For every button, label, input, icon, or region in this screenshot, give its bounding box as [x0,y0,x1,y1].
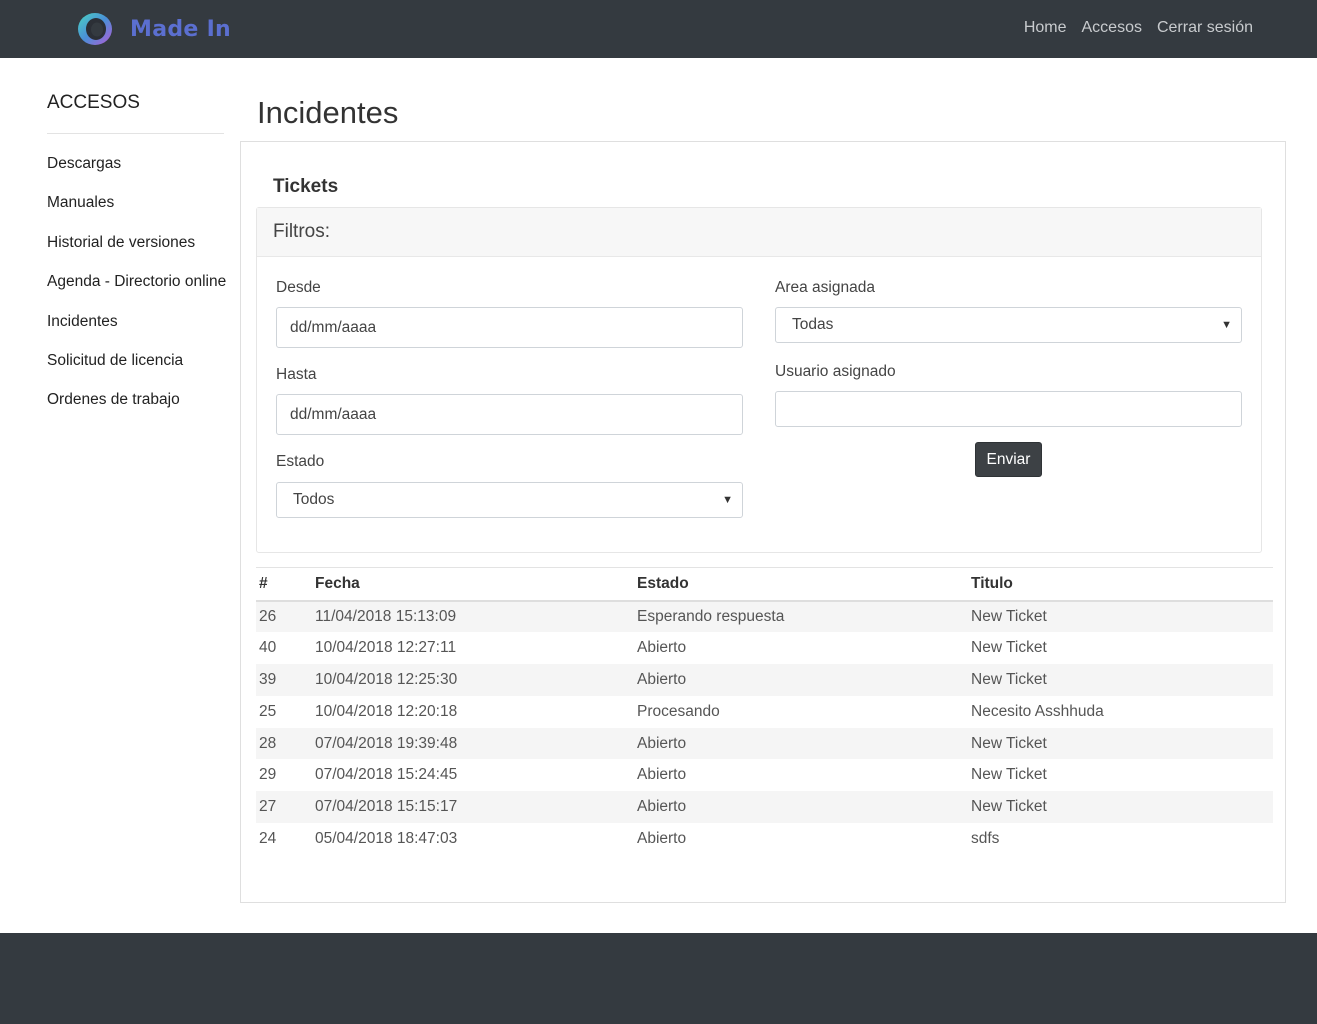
cell-fecha: 07/04/2018 15:15:17 [315,798,458,816]
usuario-asignado-input[interactable] [775,391,1242,427]
sidebar-item-historial-de-versiones[interactable]: Historial de versiones [47,224,224,263]
desde-label: Desde [276,279,321,296]
cell-fecha: 10/04/2018 12:27:11 [315,639,457,657]
filters-panel: Filtros: Desde dd/mm/aaaa Hasta dd/mm/aa… [256,207,1262,553]
cell-number: 26 [259,607,277,625]
table-row[interactable]: 28 07/04/2018 19:39:48 Abierto New Ticke… [256,727,1273,760]
table-row[interactable]: 27 07/04/2018 15:15:17 Abierto New Ticke… [256,791,1273,824]
cell-fecha: 05/04/2018 18:47:03 [315,829,458,847]
cell-estado: Abierto [637,766,687,784]
nav-link-home[interactable]: Home [1024,19,1067,37]
cell-titulo: New Ticket [971,639,1047,657]
cell-number: 24 [259,829,277,847]
caret-down-icon: ▼ [722,494,733,506]
table-row[interactable]: 25 10/04/2018 12:20:18 Procesando Necesi… [256,696,1273,728]
table-row[interactable]: 26 11/04/2018 15:13:09 Esperando respues… [256,600,1273,633]
sidebar-item-incidentes[interactable]: Incidentes [47,303,224,342]
brand-logo-icon [78,13,112,45]
tickets-card: Tickets Filtros: Desde dd/mm/aaaa Hasta … [240,141,1286,903]
sidebar: ACCESOS Descargas Manuales Historial de … [47,92,226,421]
usuario-asignado-label: Usuario asignado [775,363,896,380]
estado-label: Estado [276,453,325,470]
desde-date-input[interactable]: dd/mm/aaaa [276,307,743,348]
nav-link-cerrar-sesion[interactable]: Cerrar sesión [1157,19,1253,37]
estado-selected-value: Todos [293,491,335,508]
estado-select[interactable]: Todos ▼ [276,482,743,518]
cell-fecha: 11/04/2018 15:13:09 [315,607,457,625]
hasta-date-input[interactable]: dd/mm/aaaa [276,394,743,435]
tickets-table: # Fecha Estado Titulo 26 11/04/2018 15:1… [256,567,1273,855]
hasta-label: Hasta [276,366,317,383]
top-navbar: Made In Home Accesos Cerrar sesión [0,0,1317,58]
cell-titulo: New Ticket [971,798,1047,816]
sidebar-item-solicitud-de-licencia[interactable]: Solicitud de licencia [47,342,224,381]
column-header-estado[interactable]: Estado [634,568,968,601]
cell-fecha: 10/04/2018 12:25:30 [315,670,458,688]
area-selected-value: Todas [792,316,834,333]
table-row[interactable]: 40 10/04/2018 12:27:11 Abierto New Ticke… [256,632,1273,664]
table-row[interactable]: 24 05/04/2018 18:47:03 Abierto sdfs [256,823,1273,855]
brand[interactable]: Made In [75,11,231,47]
area-asignada-select[interactable]: Todas ▼ [775,307,1242,343]
cell-estado: Abierto [637,829,687,847]
area-asignada-label: Area asignada [775,279,875,296]
cell-number: 39 [259,670,277,688]
sidebar-item-descargas[interactable]: Descargas [47,145,224,184]
column-header-titulo[interactable]: Titulo [968,568,1273,601]
table-row[interactable]: 29 07/04/2018 15:24:45 Abierto New Ticke… [256,759,1273,791]
cell-titulo: New Ticket [971,607,1047,625]
cell-titulo: sdfs [971,829,1000,847]
cell-number: 25 [259,702,277,720]
cell-number: 29 [259,766,277,784]
tickets-title: Tickets [273,176,339,197]
sidebar-item-manuales[interactable]: Manuales [47,184,224,223]
cell-number: 27 [259,798,277,816]
cell-estado: Abierto [637,639,687,657]
sidebar-title: ACCESOS [47,92,224,134]
brand-name: Made In [130,16,232,42]
cell-titulo: Necesito Asshhuda [971,702,1104,720]
cell-titulo: New Ticket [971,734,1047,752]
cell-estado: Procesando [637,702,720,720]
cell-number: 28 [259,734,277,752]
cell-estado: Abierto [637,734,687,752]
nav-links: Home Accesos Cerrar sesión [1024,19,1253,37]
filters-header: Filtros: [257,208,1261,257]
table-header-row: # Fecha Estado Titulo [256,567,1273,601]
caret-down-icon: ▼ [1221,319,1232,331]
sidebar-list: Descargas Manuales Historial de versione… [47,145,226,421]
cell-titulo: New Ticket [971,766,1047,784]
column-header-fecha[interactable]: Fecha [312,568,634,601]
page-title: Incidentes [257,95,399,130]
sidebar-item-ordenes-de-trabajo[interactable]: Ordenes de trabajo [47,381,224,420]
cell-estado: Abierto [637,670,687,688]
cell-estado: Abierto [637,798,687,816]
table-row[interactable]: 39 10/04/2018 12:25:30 Abierto New Ticke… [256,664,1273,696]
cell-estado: Esperando respuesta [637,607,785,625]
enviar-button[interactable]: Enviar [975,442,1042,477]
column-header-number[interactable]: # [256,568,312,601]
nav-link-accesos[interactable]: Accesos [1082,19,1142,37]
cell-fecha: 07/04/2018 19:39:48 [315,734,458,752]
cell-fecha: 10/04/2018 12:20:18 [315,702,458,720]
sidebar-item-agenda-directorio[interactable]: Agenda - Directorio online [47,263,226,302]
cell-fecha: 07/04/2018 15:24:45 [315,766,458,784]
footer [0,933,1317,1024]
cell-titulo: New Ticket [971,670,1047,688]
cell-number: 40 [259,639,277,657]
